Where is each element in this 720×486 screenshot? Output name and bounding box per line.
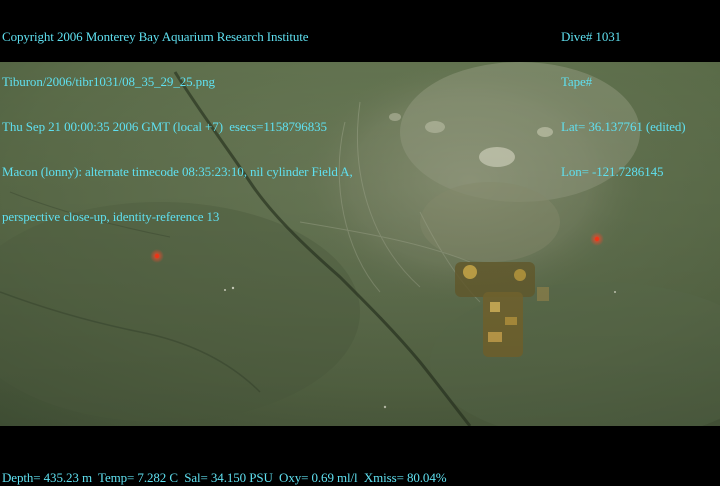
latitude: Lat= 36.137761 (edited) [561, 119, 686, 134]
annotation-line: Macon (lonny): alternate timecode 08:35:… [2, 164, 353, 179]
annotation-line: perspective close-up, identity-reference… [2, 209, 220, 224]
caption-block-left: Copyright 2006 Monterey Bay Aquarium Res… [2, 0, 353, 254]
sensor-readout: Depth= 435.23 m Temp= 7.282 C Sal= 34.15… [2, 470, 447, 485]
caption-block-right: Dive# 1031 Tape# Lat= 36.137761 (edited)… [561, 0, 686, 209]
tape-number: Tape# [561, 74, 593, 89]
file-path-line: Tiburon/2006/tibr1031/08_35_29_25.png [2, 74, 215, 89]
video-frame: Copyright 2006 Monterey Bay Aquarium Res… [0, 0, 720, 486]
longitude: Lon= -121.7286145 [561, 164, 664, 179]
dive-number: Dive# 1031 [561, 29, 622, 44]
timestamp-line: Thu Sep 21 00:00:35 2006 GMT (local +7) … [2, 119, 327, 134]
copyright-line: Copyright 2006 Monterey Bay Aquarium Res… [2, 29, 309, 44]
